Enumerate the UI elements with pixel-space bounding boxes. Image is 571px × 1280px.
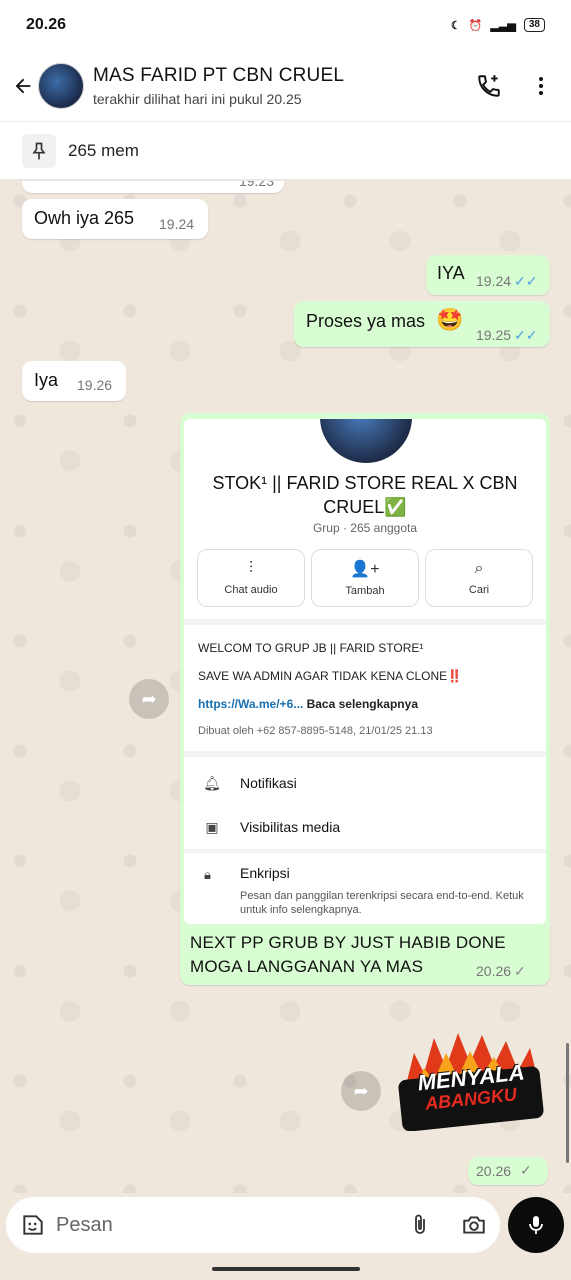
group-subtitle: Grup · 265 anggota [312,521,418,535]
setting-notifications: 🔔︎ Notifikasi [184,763,546,803]
check-icon: ✓ [520,1162,532,1178]
description-link-row: https://Wa.me/+6... Baca selengkapnya [198,697,532,711]
message-text: Iya [34,370,59,390]
check-icon: ✓ [514,963,526,979]
forward-icon: ➦ [353,1080,369,1101]
message-bubble-incoming[interactable]: Owh iya 265 19.24 [22,199,208,239]
setting-media-visibility: ▣ Visibilitas media [184,807,546,847]
camera-button[interactable] [460,1212,488,1238]
status-bar: 20.26 ☾ ⏰ ▂▃▅ 38 [0,0,571,50]
pin-icon [22,133,56,168]
audio-wave-icon: ⫶ [248,560,253,577]
sticker-button[interactable] [20,1212,46,1238]
description-line: WELCOM TO GRUP JB || FARID STORE¹ [198,641,424,655]
message-text: Owh iya 265 [34,208,135,228]
forward-icon: ➦ [141,688,157,709]
moon-icon: ☾ [450,19,461,32]
image-icon: ▣ [205,818,219,835]
message-bubble-incoming[interactable]: Iya 19.26 [22,361,126,401]
message-time: 19.24 [159,216,195,232]
back-button[interactable] [10,73,36,99]
back-arrow-icon [15,78,31,93]
message-time: 19.24 [476,273,512,289]
group-header-card: STOK¹ || FARID STORE REAL X CBN CRUEL✅ G… [184,419,546,619]
message-time: 20.26 ✓ [476,963,526,980]
forward-button[interactable]: ➦ [341,1071,381,1111]
message-text: IYA [437,263,465,283]
contact-info[interactable]: MAS FARID PT CBN CRUEL terakhir dilihat … [93,65,457,107]
composer-bar: Pesan [0,1193,571,1259]
message-meta: 19.24 ✓✓ [476,270,538,291]
status-icons: ☾ ⏰ ▂▃▅ 38 [451,18,545,32]
message-composer[interactable]: Pesan [6,1197,500,1253]
group-description: WELCOM TO GRUP JB || FARID STORE¹ SAVE W… [184,625,546,751]
last-seen: terakhir dilihat hari ini pukul 20.25 [93,90,302,107]
chat-area[interactable]: 19.23 Owh iya 265 19.24 IYA 19.24 ✓✓ Pros… [0,181,571,1193]
search-action: ⌕ Cari [425,549,533,607]
more-options-button[interactable] [521,66,561,106]
chat-header: MAS FARID PT CBN CRUEL terakhir dilihat … [0,50,571,122]
message-time: 19.23 [238,181,274,189]
search-icon: ⌕ [474,560,484,577]
status-time: 20.26 [26,16,67,33]
time-text: 20.26 [476,963,512,979]
message-bubble-outgoing[interactable]: Proses ya mas 🤩 19.25 ✓✓ [294,301,550,347]
message-time: 19.26 [77,377,113,393]
battery-icon: 38 [523,18,545,32]
alarm-icon: ⏰ [468,19,483,32]
setting-label: Notifikasi [240,775,297,791]
home-gesture-bar[interactable] [212,1267,360,1271]
sticker[interactable]: MENYALA ABANGKU [394,1023,548,1131]
system-nav-bar [0,1259,571,1280]
encryption-title: Enkripsi [240,865,290,881]
message-bubble-outgoing[interactable]: IYA 19.24 ✓✓ [426,255,550,295]
message-time: 20.26 [476,1163,512,1179]
caption-text: NEXT PP GRUB BY JUST HABIB DONE MOGA LAN… [190,933,506,976]
message-meta: 19.25 ✓✓ [476,324,538,345]
message-input[interactable]: Pesan [56,1214,408,1237]
pinned-message-bar[interactable]: 265 mem [0,122,571,180]
starstruck-emoji: 🤩 [436,307,464,332]
encryption-info: 🔒︎ Enkripsi Pesan dan panggilan terenkri… [184,853,546,924]
message-bubble-partial[interactable]: 19.23 [22,181,284,193]
avatar[interactable] [38,62,84,109]
message-text: Proses ya mas [306,311,426,331]
paperclip-icon [415,1214,425,1234]
setting-label: Visibilitas media [240,819,341,835]
action-label: Cari [468,584,490,596]
group-avatar [320,419,412,463]
add-member-action: 👤+ Tambah [311,549,419,607]
attach-button[interactable] [408,1212,432,1238]
action-label: Chat audio [224,584,278,596]
kebab-menu-icon [539,76,543,95]
description-line: SAVE WA ADMIN AGAR TIDAK KENA CLONE‼️ [198,669,463,683]
microphone-icon [529,1216,543,1234]
description-link: https://Wa.me/+6... [198,697,304,711]
sticker-time-bubble: 20.26 ✓ [468,1157,548,1185]
group-info-screenshot[interactable]: STOK¹ || FARID STORE REAL X CBN CRUEL✅ G… [184,419,546,924]
lock-icon: 🔒︎ [204,867,211,882]
add-call-button[interactable] [469,66,509,106]
action-label: Tambah [345,585,385,597]
contact-name: MAS FARID PT CBN CRUEL [93,64,345,86]
forward-button[interactable]: ➦ [129,679,169,719]
signal-icon: ▂▃▅ [490,19,516,32]
group-settings: 🔔︎ Notifikasi ▣ Visibilitas media [184,757,546,849]
bell-icon: 🔔︎ [203,774,221,791]
read-more: Baca selengkapnya [306,697,418,711]
sticker-icon [23,1215,43,1235]
message-time: 19.25 [476,327,512,343]
camera-icon [463,1216,485,1234]
double-check-icon: ✓✓ [514,273,538,289]
pinned-text: 265 mem [68,140,139,160]
add-person-icon: 👤+ [350,561,380,578]
encryption-text: Pesan dan panggilan terenkripsi secara e… [240,890,524,916]
created-by: Dibuat oleh +62 857-8895-5148, 21/01/25 … [198,725,433,737]
scrollbar[interactable] [566,1043,569,1163]
group-title: STOK¹ || FARID STORE REAL X CBN CRUEL✅ [212,473,518,517]
audio-chat-action: ⫶ Chat audio [197,549,305,607]
double-check-icon: ✓✓ [514,327,538,343]
phone-plus-icon [478,74,500,97]
voice-record-button[interactable] [508,1197,564,1253]
